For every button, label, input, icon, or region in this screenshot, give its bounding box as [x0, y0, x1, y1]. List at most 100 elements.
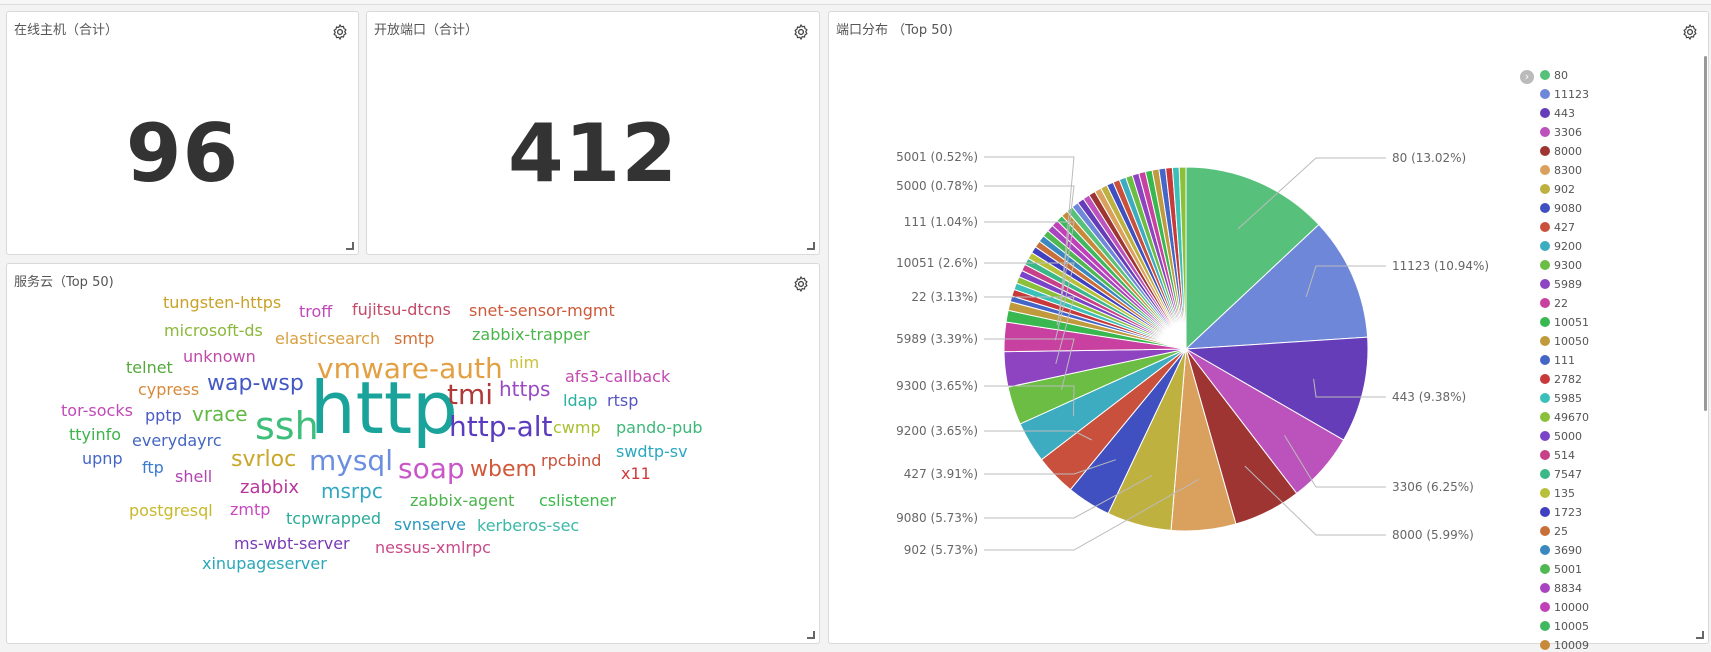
- resize-handle[interactable]: [1696, 631, 1704, 639]
- cloud-word[interactable]: zabbix: [240, 479, 299, 497]
- legend-item[interactable]: 7547: [1540, 468, 1582, 481]
- legend-label: 9200: [1554, 240, 1582, 253]
- cloud-word[interactable]: cypress: [138, 382, 199, 398]
- legend-item[interactable]: 5000: [1540, 430, 1582, 443]
- legend-item[interactable]: 427: [1540, 221, 1575, 234]
- gear-icon[interactable]: [792, 275, 810, 293]
- legend-color-dot: [1540, 222, 1550, 232]
- cloud-word[interactable]: snet-sensor-mgmt: [469, 303, 615, 319]
- cloud-word[interactable]: microsoft-ds: [164, 323, 263, 339]
- resize-handle[interactable]: [807, 631, 815, 639]
- legend-color-dot: [1540, 564, 1550, 574]
- legend-item[interactable]: 135: [1540, 487, 1575, 500]
- cloud-word[interactable]: kerberos-sec: [477, 518, 579, 534]
- cloud-word[interactable]: https: [499, 379, 550, 399]
- cloud-word[interactable]: vrace: [192, 404, 248, 424]
- legend-label: 10050: [1554, 335, 1589, 348]
- legend-item[interactable]: 10000: [1540, 601, 1589, 614]
- cloud-word[interactable]: ttyinfo: [69, 427, 121, 443]
- legend-item[interactable]: 49670: [1540, 411, 1589, 424]
- legend-item[interactable]: 514: [1540, 449, 1575, 462]
- legend-color-dot: [1540, 127, 1550, 137]
- legend-item[interactable]: 902: [1540, 183, 1575, 196]
- gear-icon[interactable]: [792, 23, 810, 41]
- cloud-word[interactable]: zabbix-trapper: [472, 327, 590, 343]
- legend-item[interactable]: 3306: [1540, 126, 1582, 139]
- cloud-word[interactable]: http-alt: [449, 413, 553, 441]
- cloud-word[interactable]: shell: [175, 469, 212, 485]
- gear-icon[interactable]: [331, 23, 349, 41]
- cloud-word[interactable]: upnp: [82, 451, 123, 467]
- cloud-word[interactable]: tungsten-https: [163, 295, 281, 311]
- legend-item[interactable]: 111: [1540, 354, 1575, 367]
- cloud-word[interactable]: rpcbind: [541, 453, 601, 469]
- cloud-word[interactable]: ms-wbt-server: [234, 536, 350, 552]
- legend-item[interactable]: 9200: [1540, 240, 1582, 253]
- cloud-word[interactable]: ldap: [563, 393, 598, 409]
- cloud-word[interactable]: x11: [621, 466, 651, 482]
- cloud-word[interactable]: svnserve: [394, 517, 466, 533]
- legend-item[interactable]: 10009: [1540, 639, 1589, 652]
- legend-item[interactable]: 10050: [1540, 335, 1589, 348]
- legend-item[interactable]: 8834: [1540, 582, 1582, 595]
- cloud-word[interactable]: nessus-xmlrpc: [375, 540, 491, 556]
- cloud-word[interactable]: tcpwrapped: [286, 511, 381, 527]
- cloud-word[interactable]: svrloc: [231, 449, 296, 471]
- cloud-word[interactable]: wbem: [470, 459, 537, 481]
- cloud-word[interactable]: pptp: [145, 408, 182, 424]
- gear-icon[interactable]: [1681, 23, 1699, 41]
- cloud-word[interactable]: tmi: [447, 381, 493, 409]
- legend-scrollbar[interactable]: [1704, 56, 1707, 411]
- legend-color-dot: [1540, 507, 1550, 517]
- legend-item[interactable]: 10005: [1540, 620, 1589, 633]
- legend-label: 5989: [1554, 278, 1582, 291]
- legend-item[interactable]: 25: [1540, 525, 1568, 538]
- resize-handle[interactable]: [346, 242, 354, 250]
- legend-item[interactable]: 1723: [1540, 506, 1582, 519]
- legend-item[interactable]: 9080: [1540, 202, 1582, 215]
- legend-item[interactable]: 22: [1540, 297, 1568, 310]
- legend-item[interactable]: 3690: [1540, 544, 1582, 557]
- cloud-word[interactable]: ftp: [142, 460, 164, 476]
- legend-item[interactable]: 10051: [1540, 316, 1589, 329]
- cloud-word[interactable]: rtsp: [607, 393, 638, 409]
- legend-item[interactable]: 8000: [1540, 145, 1582, 158]
- cloud-word[interactable]: zmtp: [230, 502, 270, 518]
- cloud-word[interactable]: soap: [398, 455, 465, 483]
- legend-toggle-icon[interactable]: ›: [1520, 70, 1534, 84]
- cloud-word[interactable]: telnet: [126, 360, 173, 376]
- cloud-word[interactable]: tor-socks: [61, 403, 133, 419]
- cloud-word[interactable]: swdtp-sv: [616, 444, 688, 460]
- legend-color-dot: [1540, 108, 1550, 118]
- cloud-word[interactable]: troff: [299, 304, 332, 320]
- legend-item[interactable]: 443: [1540, 107, 1575, 120]
- cloud-word[interactable]: ssh: [255, 407, 319, 445]
- legend-item[interactable]: 2782: [1540, 373, 1582, 386]
- cloud-word[interactable]: nim: [509, 355, 539, 371]
- cloud-word[interactable]: elasticsearch: [275, 331, 380, 347]
- cloud-word[interactable]: afs3-callback: [565, 369, 670, 385]
- cloud-word[interactable]: pando-pub: [616, 420, 703, 436]
- legend-item[interactable]: 80: [1540, 69, 1568, 82]
- cloud-word[interactable]: smtp: [394, 331, 434, 347]
- cloud-word[interactable]: xinupageserver: [202, 556, 327, 572]
- legend-item[interactable]: 5001: [1540, 563, 1582, 576]
- cloud-word[interactable]: zabbix-agent: [410, 493, 514, 509]
- cloud-word[interactable]: mysql: [309, 447, 393, 475]
- cloud-word[interactable]: wap-wsp: [207, 373, 304, 395]
- cloud-word[interactable]: msrpc: [321, 481, 383, 501]
- legend-color-dot: [1540, 488, 1550, 498]
- cloud-word[interactable]: postgresql: [129, 503, 213, 519]
- legend-item[interactable]: 5989: [1540, 278, 1582, 291]
- cloud-word[interactable]: everydayrc: [132, 433, 222, 449]
- cloud-word[interactable]: cwmp: [553, 420, 601, 436]
- resize-handle[interactable]: [807, 242, 815, 250]
- legend-item[interactable]: 5985: [1540, 392, 1582, 405]
- legend-label: 11123: [1554, 88, 1589, 101]
- legend-item[interactable]: 9300: [1540, 259, 1582, 272]
- legend-item[interactable]: 11123: [1540, 88, 1589, 101]
- cloud-word[interactable]: unknown: [183, 349, 256, 365]
- cloud-word[interactable]: fujitsu-dtcns: [352, 302, 451, 318]
- legend-item[interactable]: 8300: [1540, 164, 1582, 177]
- cloud-word[interactable]: cslistener: [539, 493, 616, 509]
